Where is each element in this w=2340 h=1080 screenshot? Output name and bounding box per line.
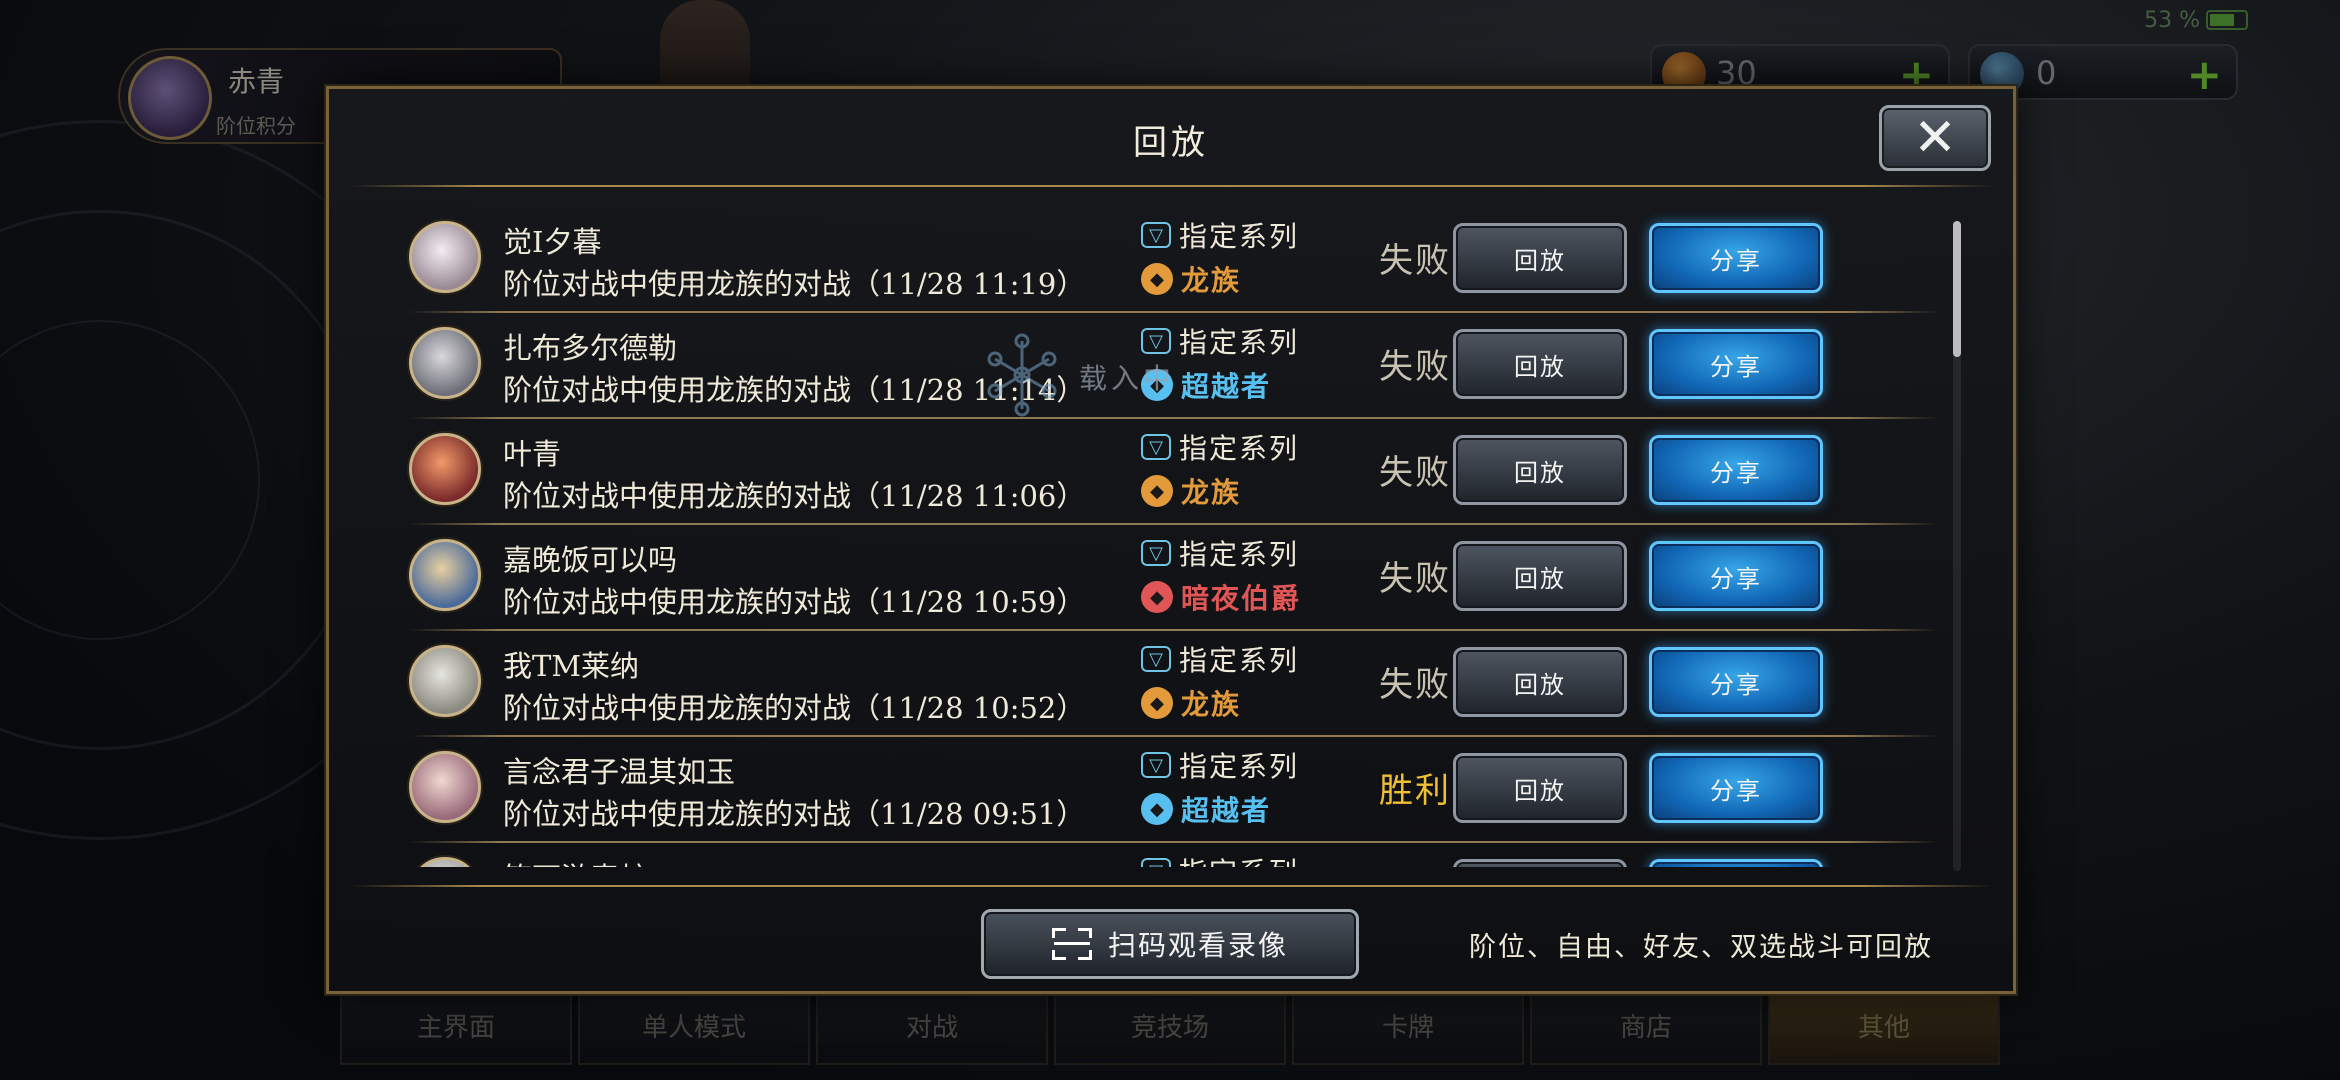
format-tag: ▽ 指定系列 bbox=[1141, 641, 1299, 677]
close-icon: ✕ bbox=[1913, 108, 1957, 168]
class-label: 龙族 bbox=[1181, 264, 1242, 297]
scan-qr-button[interactable]: 扫码观看录像 bbox=[981, 909, 1359, 979]
opponent-name: 叶青 bbox=[503, 437, 562, 471]
replay-button[interactable]: 回放 bbox=[1453, 647, 1627, 717]
replay-row: 言念君子温其如玉 阶位对战中使用龙族的对战（11/28 09:51） ▽ 指定系… bbox=[379, 737, 1949, 843]
loading-spinner-icon bbox=[987, 333, 1057, 417]
class-label: 龙族 bbox=[1181, 688, 1242, 721]
share-button[interactable]: 分享 bbox=[1649, 753, 1823, 823]
share-button[interactable] bbox=[1649, 859, 1823, 867]
match-result: 失败 bbox=[1379, 241, 1451, 281]
rotation-format-icon: ▽ bbox=[1141, 646, 1171, 672]
format-label: 指定系列 bbox=[1179, 220, 1300, 253]
rotation-format-icon: ▽ bbox=[1141, 434, 1171, 460]
format-label: 指定系列 bbox=[1179, 851, 1299, 867]
share-button[interactable]: 分享 bbox=[1649, 647, 1823, 717]
format-label: 指定系列 bbox=[1179, 644, 1300, 677]
share-button[interactable]: 分享 bbox=[1649, 435, 1823, 505]
dragon-class-icon: ◆ bbox=[1141, 687, 1173, 719]
opponent-name: 笑下游毒蛇 bbox=[503, 855, 648, 867]
opponent-name: 觉I夕暮 bbox=[503, 225, 602, 259]
rotation-format-icon: ▽ bbox=[1141, 858, 1171, 867]
class-tag: ◆ 龙族 bbox=[1141, 685, 1241, 721]
format-tag: ▽ 指定系列 bbox=[1141, 217, 1299, 253]
share-button[interactable]: 分享 bbox=[1649, 329, 1823, 399]
class-tag: ◆ 暗夜伯爵 bbox=[1141, 579, 1301, 615]
class-tag: ◆ 超越者 bbox=[1141, 791, 1271, 827]
share-button[interactable]: 分享 bbox=[1649, 541, 1823, 611]
match-description: 阶位对战中使用龙族的对战（11/28 10:59） bbox=[503, 585, 1086, 619]
avatar bbox=[409, 645, 481, 717]
replay-list: 觉I夕暮 阶位对战中使用龙族的对战（11/28 11:19） ▽ 指定系列 ◆ … bbox=[379, 207, 1949, 867]
rotation-format-icon: ▽ bbox=[1141, 540, 1171, 566]
match-description: 阶位对战中使用龙族的对战（11/28 11:19） bbox=[503, 267, 1086, 301]
dialog-title: 回放 bbox=[1133, 123, 1209, 163]
replay-button[interactable]: 回放 bbox=[1453, 753, 1627, 823]
avatar bbox=[409, 751, 481, 823]
avatar bbox=[409, 327, 481, 399]
match-result: 失败 bbox=[1379, 665, 1451, 705]
class-label: 超越者 bbox=[1181, 794, 1272, 827]
opponent-name: 扎布多尔德勒 bbox=[503, 331, 678, 365]
replay-row: 嘉晚饭可以吗 阶位对战中使用龙族的对战（11/28 10:59） ▽ 指定系列 … bbox=[379, 525, 1949, 631]
scrollbar[interactable] bbox=[1953, 221, 1961, 871]
replay-button[interactable]: 回放 bbox=[1453, 329, 1627, 399]
divider bbox=[349, 885, 1993, 887]
format-label: 指定系列 bbox=[1179, 538, 1300, 571]
avatar bbox=[409, 539, 481, 611]
match-description: 阶位对战中使用龙族的对战（11/28 11:06） bbox=[503, 479, 1086, 513]
avatar bbox=[409, 857, 481, 867]
format-label: 指定系列 bbox=[1179, 326, 1300, 359]
match-result: 失败 bbox=[1379, 453, 1451, 493]
opponent-name: 嘉晚饭可以吗 bbox=[503, 543, 678, 577]
format-tag: ▽ 指定系列 bbox=[1141, 747, 1299, 783]
format-tag: ▽ 指定系列 bbox=[1141, 323, 1299, 359]
scan-label: 扫码观看录像 bbox=[1107, 929, 1288, 962]
share-button[interactable]: 分享 bbox=[1649, 223, 1823, 293]
replay-dialog: 回放 ✕ 觉I夕暮 阶位对战中使用龙族的对战（11/28 11:19） ▽ 指定… bbox=[326, 86, 2016, 994]
match-result: 失败 bbox=[1379, 559, 1451, 599]
format-tag: ▽ 指定系列 bbox=[1141, 853, 1299, 867]
replay-row: 叶青 阶位对战中使用龙族的对战（11/28 11:06） ▽ 指定系列 ◆ 龙族… bbox=[379, 419, 1949, 525]
scan-icon bbox=[1051, 928, 1092, 960]
replay-button[interactable]: 回放 bbox=[1453, 541, 1627, 611]
class-label: 龙族 bbox=[1181, 476, 1242, 509]
close-button[interactable]: ✕ bbox=[1879, 105, 1991, 171]
class-tag: ◆ 龙族 bbox=[1141, 473, 1241, 509]
replay-button[interactable]: 回放 bbox=[1453, 223, 1627, 293]
format-tag: ▽ 指定系列 bbox=[1141, 429, 1299, 465]
rotation-format-icon: ▽ bbox=[1141, 752, 1171, 778]
opponent-name: 我TM莱纳 bbox=[503, 649, 640, 683]
blood-class-icon: ◆ bbox=[1141, 581, 1173, 613]
opponent-name: 言念君子温其如玉 bbox=[503, 755, 736, 789]
dragon-class-icon: ◆ bbox=[1141, 475, 1173, 507]
portal-class-icon: ◆ bbox=[1141, 793, 1173, 825]
match-description: 阶位对战中使用龙族的对战（11/28 10:52） bbox=[503, 691, 1086, 725]
loading-text: 载入中 bbox=[1079, 362, 1176, 395]
replay-footnote: 阶位、自由、好友、双选战斗可回放 bbox=[1469, 932, 1933, 963]
replay-button[interactable]: 回放 bbox=[1453, 435, 1627, 505]
format-tag: ▽ 指定系列 bbox=[1141, 535, 1299, 571]
replay-row: 我TM莱纳 阶位对战中使用龙族的对战（11/28 10:52） ▽ 指定系列 ◆… bbox=[379, 631, 1949, 737]
match-result: 胜利 bbox=[1379, 771, 1451, 811]
replay-button[interactable] bbox=[1453, 859, 1627, 867]
avatar bbox=[409, 433, 481, 505]
rotation-format-icon: ▽ bbox=[1141, 222, 1171, 248]
avatar bbox=[409, 221, 481, 293]
scrollbar-thumb[interactable] bbox=[1953, 221, 1961, 357]
match-description: 阶位对战中使用龙族的对战（11/28 09:51） bbox=[503, 797, 1086, 831]
rotation-format-icon: ▽ bbox=[1141, 328, 1171, 354]
match-result: 失败 bbox=[1379, 347, 1451, 387]
divider bbox=[349, 185, 1993, 187]
format-label: 指定系列 bbox=[1179, 432, 1300, 465]
dragon-class-icon: ◆ bbox=[1141, 263, 1173, 295]
format-label: 指定系列 bbox=[1179, 750, 1300, 783]
class-tag: ◆ 龙族 bbox=[1141, 261, 1241, 297]
replay-row: 觉I夕暮 阶位对战中使用龙族的对战（11/28 11:19） ▽ 指定系列 ◆ … bbox=[379, 207, 1949, 313]
replay-row: 笑下游毒蛇 ▽ 指定系列 bbox=[379, 843, 1949, 867]
class-label: 超越者 bbox=[1181, 370, 1272, 403]
game-screen: 赤青 阶位积分 30 + 0 + 53 % 主界面 单人模式 对战 竞技场 卡牌… bbox=[0, 0, 2340, 1080]
class-label: 暗夜伯爵 bbox=[1181, 582, 1302, 615]
